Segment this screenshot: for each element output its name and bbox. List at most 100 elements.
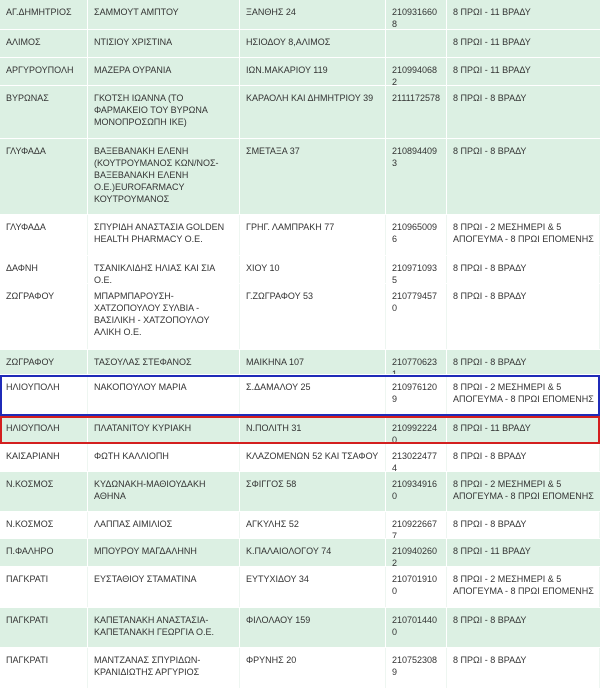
pharmacist-cell: ΒΑΞΕΒΑΝΑΚΗ ΕΛΕΝΗ (ΚΟΥΤΡΟΥΜΑΝΟΣ ΚΩΝ/ΝΟΣ-Β… bbox=[88, 139, 240, 214]
phone-cell: 2107019100 bbox=[386, 567, 447, 607]
area-cell: ΗΛΙΟΥΠΟΛΗ bbox=[0, 375, 88, 415]
phone-cell: 2109402602 bbox=[386, 539, 447, 566]
pharmacist-cell: ΜΠΑΡΜΠΑΡΟΥΣΗ-ΧΑΤΖΟΠΟΥΛΟΥ ΣΥΛΒΙΑ - ΒΑΣΙΛΙ… bbox=[88, 284, 240, 349]
pharmacist-cell: ΤΣΑΝΙΚΛΙΔΗΣ ΗΛΙΑΣ ΚΑΙ ΣΙΑ Ο.Ε. bbox=[88, 256, 240, 283]
address-cell: ΣΦΙΓΓΟΣ 58 bbox=[240, 472, 386, 511]
area-cell: ΠΑΓΚΡΑΤΙ bbox=[0, 608, 88, 647]
hours-cell: 8 ΠΡΩΙ - 11 ΒΡΑΔΥ bbox=[453, 65, 531, 75]
table-row: Ν.ΚΟΣΜΟΣ ΚΥΔΩΝΑΚΗ-ΜΑΘΙΟΥΔΑΚΗ ΑΘΗΝΑ ΣΦΙΓΓ… bbox=[0, 472, 600, 512]
hours-cell: 8 ΠΡΩΙ - 11 ΒΡΑΔΥ bbox=[453, 37, 531, 47]
hours-cell: 8 ΠΡΩΙ - 11 ΒΡΑΔΥ bbox=[453, 546, 531, 556]
table-row: Π.ΦΑΛΗΡΟ ΜΠΟΥΡΟΥ ΜΑΓΔΑΛΗΝΗ Κ.ΠΑΛΑΙΟΛΟΓΟΥ… bbox=[0, 539, 600, 567]
area-cell: ΓΛΥΦΑΔΑ bbox=[0, 139, 88, 214]
address-cell: Ν.ΠΟΛΙΤΗ 31 bbox=[240, 416, 386, 443]
area-cell: ΔΑΦΝΗ bbox=[0, 256, 88, 283]
pharmacist-cell: ΜΑΝΤΖΑΝΑΣ ΣΠΥΡΙΔΩΝ-ΚΡΑΝΙΔΙΩΤΗΣ ΑΡΓΥΡΙΟΣ bbox=[88, 648, 240, 688]
table-row: ΒΥΡΩΝΑΣ ΓΚΟΤΣΗ ΙΩΑΝΝΑ (ΤΟ ΦΑΡΜΑΚΕΙΟ ΤΟΥ … bbox=[0, 86, 600, 139]
area-cell: ΠΑΓΚΡΑΤΙ bbox=[0, 567, 88, 607]
table-row-highlighted: ΗΛΙΟΥΠΟΛΗ ΝΑΚΟΠΟΥΛΟΥ ΜΑΡΙΑ Σ.ΔΑΜΑΛΟΥ 25 … bbox=[0, 375, 600, 416]
phone-cell: 2107706231 bbox=[386, 350, 447, 374]
pharmacy-table: ΑΓ.ΔΗΜΗΤΡΙΟΣ ΣΑΜΜΟΥΤ ΑΜΠΤΟΥ ΞΑΝΘΗΣ 24 21… bbox=[0, 0, 600, 689]
area-cell: ΓΛΥΦΑΔΑ bbox=[0, 215, 88, 255]
pharmacist-cell: ΓΚΟΤΣΗ ΙΩΑΝΝΑ (ΤΟ ΦΑΡΜΑΚΕΙΟ ΤΟΥ ΒΥΡΩΝΑ Μ… bbox=[88, 86, 240, 138]
phone-cell: 2109650096 bbox=[386, 215, 447, 255]
area-cell: ΚΑΙΣΑΡΙΑΝΗ bbox=[0, 444, 88, 471]
table-row: ΑΓ.ΔΗΜΗΤΡΙΟΣ ΣΑΜΜΟΥΤ ΑΜΠΤΟΥ ΞΑΝΘΗΣ 24 21… bbox=[0, 0, 600, 30]
address-cell: ΞΑΝΘΗΣ 24 bbox=[240, 0, 386, 29]
hours-cell: 8 ΠΡΩΙ - 8 ΒΡΑΔΥ bbox=[447, 284, 600, 349]
hours-cell: 8 ΠΡΩΙ - 8 ΒΡΑΔΥ bbox=[453, 93, 527, 103]
hours-cell: 8 ΠΡΩΙ - 2 ΜΕΣΗΜΕΡΙ & 5 ΑΠΟΓΕΥΜΑ - 8 ΠΡΩ… bbox=[453, 479, 594, 501]
table-row: ΚΑΙΣΑΡΙΑΝΗ ΦΩΤΗ ΚΑΛΛΙΟΠΗ ΚΛΑΖΟΜΕΝΩΝ 52 Κ… bbox=[0, 444, 600, 472]
table-row-highlighted: ΗΛΙΟΥΠΟΛΗ ΠΛΑΤΑΝΙΤΟΥ ΚΥΡΙΑΚΗ Ν.ΠΟΛΙΤΗ 31… bbox=[0, 416, 600, 444]
address-cell: ΑΓΚΥΛΗΣ 52 bbox=[240, 512, 386, 538]
address-cell: Γ.ΖΩΓΡΑΦΟΥ 53 bbox=[240, 284, 386, 349]
address-cell: ΚΑΡΑΟΛΗ ΚΑΙ ΔΗΜΗΤΡΙΟΥ 39 bbox=[240, 86, 386, 138]
area-cell: ΖΩΓΡΑΦΟΥ bbox=[0, 284, 88, 349]
hours-cell: 8 ΠΡΩΙ - 8 ΒΡΑΔΥ bbox=[447, 648, 600, 688]
hours-cell: 8 ΠΡΩΙ - 8 ΒΡΑΔΥ bbox=[453, 357, 527, 367]
table-row: ΓΛΥΦΑΔΑ ΣΠΥΡΙΔΗ ΑΝΑΣΤΑΣΙΑ GOLDEN HEALTH … bbox=[0, 215, 600, 256]
table-row: ΓΛΥΦΑΔΑ ΒΑΞΕΒΑΝΑΚΗ ΕΛΕΝΗ (ΚΟΥΤΡΟΥΜΑΝΟΣ Κ… bbox=[0, 139, 600, 215]
phone-cell: 2109226677 bbox=[386, 512, 447, 538]
phone-cell: 2109922240 bbox=[386, 416, 447, 443]
table-row: Ν.ΚΟΣΜΟΣ ΛΑΠΠΑΣ ΑΙΜΙΛΙΟΣ ΑΓΚΥΛΗΣ 52 2109… bbox=[0, 512, 600, 539]
area-cell: ΑΓ.ΔΗΜΗΤΡΙΟΣ bbox=[0, 0, 88, 29]
area-cell: ΒΥΡΩΝΑΣ bbox=[0, 86, 88, 138]
address-cell: ΚΛΑΖΟΜΕΝΩΝ 52 ΚΑΙ ΤΣΑΦΟΥ bbox=[240, 444, 386, 471]
table-row: ΑΡΓΥΡΟΥΠΟΛΗ ΜΑΖΕΡΑ ΟΥΡΑΝΙΑ ΙΩΝ.ΜΑΚΑΡΙΟΥ … bbox=[0, 58, 600, 86]
phone-cell: 2130224774 bbox=[386, 444, 447, 471]
address-cell: ΕΥΤΥΧΙΔΟΥ 34 bbox=[240, 567, 386, 607]
pharmacist-cell: ΣΠΥΡΙΔΗ ΑΝΑΣΤΑΣΙΑ GOLDEN HEALTH PHARMACY… bbox=[88, 215, 240, 255]
phone-cell: 2111172578 bbox=[386, 86, 447, 138]
phone-cell: 2109710935 bbox=[386, 256, 447, 283]
phone-cell: 2107523089 bbox=[386, 648, 447, 688]
pharmacist-cell: ΕΥΣΤΑΘΙΟΥ ΣΤΑΜΑΤΙΝΑ bbox=[88, 567, 240, 607]
hours-cell: 8 ΠΡΩΙ - 11 ΒΡΑΔΥ bbox=[453, 7, 531, 17]
address-cell: ΓΡΗΓ. ΛΑΜΠΡΑΚΗ 77 bbox=[240, 215, 386, 255]
hours-cell: 8 ΠΡΩΙ - 2 ΜΕΣΗΜΕΡΙ & 5 ΑΠΟΓΕΥΜΑ - 8 ΠΡΩ… bbox=[447, 215, 600, 255]
hours-cell: 8 ΠΡΩΙ - 8 ΒΡΑΔΥ bbox=[447, 444, 600, 471]
phone-cell: 2108944093 bbox=[386, 139, 447, 214]
area-cell: Ν.ΚΟΣΜΟΣ bbox=[0, 472, 88, 511]
hours-cell: 8 ΠΡΩΙ - 8 ΒΡΑΔΥ bbox=[453, 146, 527, 156]
area-cell: ΑΡΓΥΡΟΥΠΟΛΗ bbox=[0, 58, 88, 85]
table-row: ΠΑΓΚΡΑΤΙ ΕΥΣΤΑΘΙΟΥ ΣΤΑΜΑΤΙΝΑ ΕΥΤΥΧΙΔΟΥ 3… bbox=[0, 567, 600, 608]
area-cell: ΗΛΙΟΥΠΟΛΗ bbox=[0, 416, 88, 443]
phone-cell: 2107014400 bbox=[386, 608, 447, 647]
hours-cell: 8 ΠΡΩΙ - 8 ΒΡΑΔΥ bbox=[453, 615, 527, 625]
area-cell: ΑΛΙΜΟΣ bbox=[0, 30, 88, 57]
address-cell: ΙΩΝ.ΜΑΚΑΡΙΟΥ 119 bbox=[240, 58, 386, 85]
pharmacist-cell: ΚΥΔΩΝΑΚΗ-ΜΑΘΙΟΥΔΑΚΗ ΑΘΗΝΑ bbox=[88, 472, 240, 511]
hours-cell: 8 ΠΡΩΙ - 2 ΜΕΣΗΜΕΡΙ & 5 ΑΠΟΓΕΥΜΑ - 8 ΠΡΩ… bbox=[447, 375, 600, 415]
pharmacist-cell: ΤΑΣΟΥΛΑΣ ΣΤΕΦΑΝΟΣ bbox=[88, 350, 240, 374]
hours-cell: 8 ΠΡΩΙ - 8 ΒΡΑΔΥ bbox=[447, 512, 600, 538]
pharmacist-cell: ΝΤΙΣΙΟΥ ΧΡΙΣΤΙΝΑ bbox=[88, 30, 240, 57]
phone-cell: 2109761209 bbox=[386, 375, 447, 415]
pharmacist-cell: ΣΑΜΜΟΥΤ ΑΜΠΤΟΥ bbox=[88, 0, 240, 29]
table-row: ΠΑΓΚΡΑΤΙ ΜΑΝΤΖΑΝΑΣ ΣΠΥΡΙΔΩΝ-ΚΡΑΝΙΔΙΩΤΗΣ … bbox=[0, 648, 600, 689]
table-row: ΔΑΦΝΗ ΤΣΑΝΙΚΛΙΔΗΣ ΗΛΙΑΣ ΚΑΙ ΣΙΑ Ο.Ε. ΧΙΟ… bbox=[0, 256, 600, 284]
table-row: ΠΑΓΚΡΑΤΙ ΚΑΠΕΤΑΝΑΚΗ ΑΝΑΣΤΑΣΙΑ-ΚΑΠΕΤΑΝΑΚΗ… bbox=[0, 608, 600, 648]
area-cell: Π.ΦΑΛΗΡΟ bbox=[0, 539, 88, 566]
phone-cell: 2107794570 bbox=[386, 284, 447, 349]
phone-cell: 2109349160 bbox=[386, 472, 447, 511]
address-cell: ΗΣΙΟΔΟΥ 8,ΑΛΙΜΟΣ bbox=[240, 30, 386, 57]
address-cell: Κ.ΠΑΛΑΙΟΛΟΓΟΥ 74 bbox=[240, 539, 386, 566]
phone-cell: 2109316608 bbox=[386, 0, 447, 29]
address-cell: ΧΙΟΥ 10 bbox=[240, 256, 386, 283]
area-cell: ΠΑΓΚΡΑΤΙ bbox=[0, 648, 88, 688]
pharmacist-cell: ΛΑΠΠΑΣ ΑΙΜΙΛΙΟΣ bbox=[88, 512, 240, 538]
hours-cell: 8 ΠΡΩΙ - 11 ΒΡΑΔΥ bbox=[453, 423, 531, 433]
pharmacist-cell: ΦΩΤΗ ΚΑΛΛΙΟΠΗ bbox=[88, 444, 240, 471]
pharmacist-cell: ΚΑΠΕΤΑΝΑΚΗ ΑΝΑΣΤΑΣΙΑ-ΚΑΠΕΤΑΝΑΚΗ ΓΕΩΡΓΙΑ … bbox=[88, 608, 240, 647]
area-cell: Ν.ΚΟΣΜΟΣ bbox=[0, 512, 88, 538]
area-cell: ΖΩΓΡΑΦΟΥ bbox=[0, 350, 88, 374]
table-row: ΖΩΓΡΑΦΟΥ ΜΠΑΡΜΠΑΡΟΥΣΗ-ΧΑΤΖΟΠΟΥΛΟΥ ΣΥΛΒΙΑ… bbox=[0, 284, 600, 350]
pharmacist-cell: ΜΠΟΥΡΟΥ ΜΑΓΔΑΛΗΝΗ bbox=[88, 539, 240, 566]
address-cell: Σ.ΔΑΜΑΛΟΥ 25 bbox=[240, 375, 386, 415]
pharmacist-cell: ΝΑΚΟΠΟΥΛΟΥ ΜΑΡΙΑ bbox=[88, 375, 240, 415]
phone-cell: 2109940682 bbox=[386, 58, 447, 85]
pharmacist-cell: ΜΑΖΕΡΑ ΟΥΡΑΝΙΑ bbox=[88, 58, 240, 85]
table-row: ΑΛΙΜΟΣ ΝΤΙΣΙΟΥ ΧΡΙΣΤΙΝΑ ΗΣΙΟΔΟΥ 8,ΑΛΙΜΟΣ… bbox=[0, 30, 600, 58]
